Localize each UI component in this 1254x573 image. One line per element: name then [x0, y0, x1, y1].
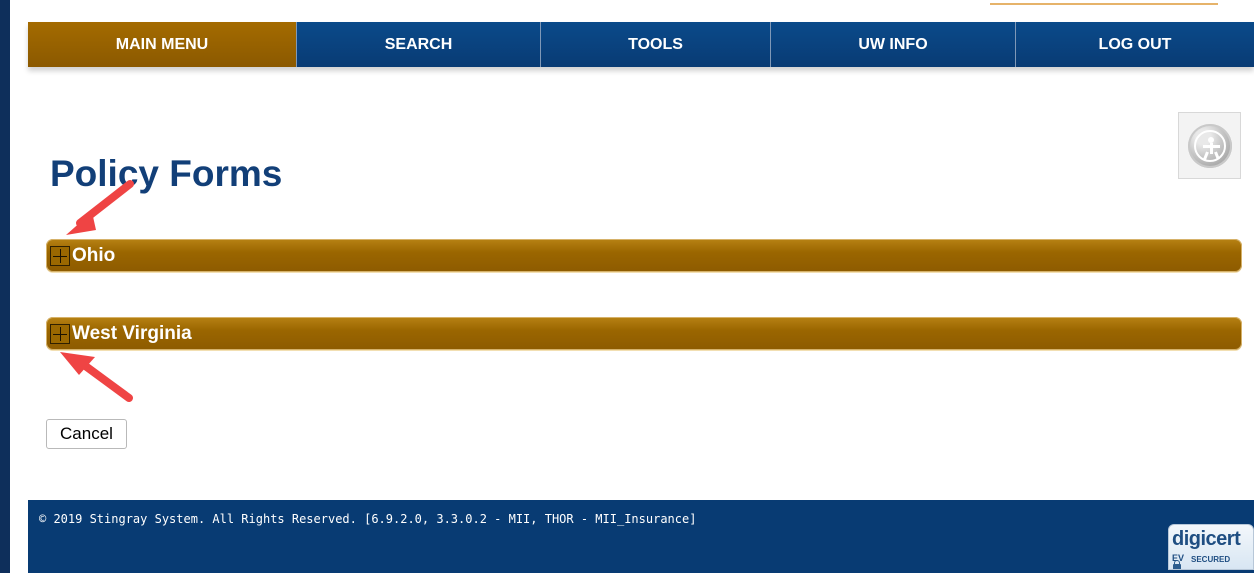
footer: © 2019 Stingray System. All Rights Reser… — [28, 500, 1254, 573]
accessibility-right-leg-icon — [1213, 150, 1220, 160]
section-ohio[interactable]: Ohio — [46, 239, 1242, 272]
section-west-virginia[interactable]: West Virginia — [46, 317, 1242, 350]
section-west-virginia-label: West Virginia — [72, 322, 192, 344]
nav-main-menu[interactable]: MAIN MENU — [28, 22, 297, 67]
page-title: Policy Forms — [50, 153, 283, 194]
accessibility-button[interactable] — [1178, 112, 1241, 179]
cancel-button[interactable]: Cancel — [46, 419, 127, 449]
nav-tools[interactable]: TOOLS — [541, 22, 771, 67]
expand-ohio-icon[interactable] — [50, 245, 70, 266]
nav-search[interactable]: SEARCH — [297, 22, 541, 67]
lock-icon — [1173, 560, 1181, 569]
digicert-logo-text: digicert — [1172, 528, 1241, 550]
expand-west-virginia-icon[interactable] — [50, 323, 70, 344]
left-border — [0, 0, 10, 573]
accessibility-person-icon — [1193, 129, 1226, 162]
main-navigation: MAIN MENU SEARCH TOOLS UW INFO LOG OUT — [28, 22, 1254, 67]
digicert-badge[interactable]: digicert EV SECURED — [1168, 524, 1254, 570]
section-ohio-label: Ohio — [72, 244, 116, 266]
accessibility-left-leg-icon — [1202, 150, 1209, 160]
nav-log-out[interactable]: LOG OUT — [1016, 22, 1254, 67]
top-accent-line — [990, 3, 1218, 5]
left-page-gutter — [10, 0, 28, 573]
accessibility-icon — [1187, 123, 1232, 168]
nav-uw-info[interactable]: UW INFO — [771, 22, 1016, 67]
digicert-secured-label: SECURED — [1191, 555, 1231, 564]
copyright-text: © 2019 Stingray System. All Rights Reser… — [39, 512, 697, 526]
accessibility-body-icon — [1209, 142, 1213, 154]
